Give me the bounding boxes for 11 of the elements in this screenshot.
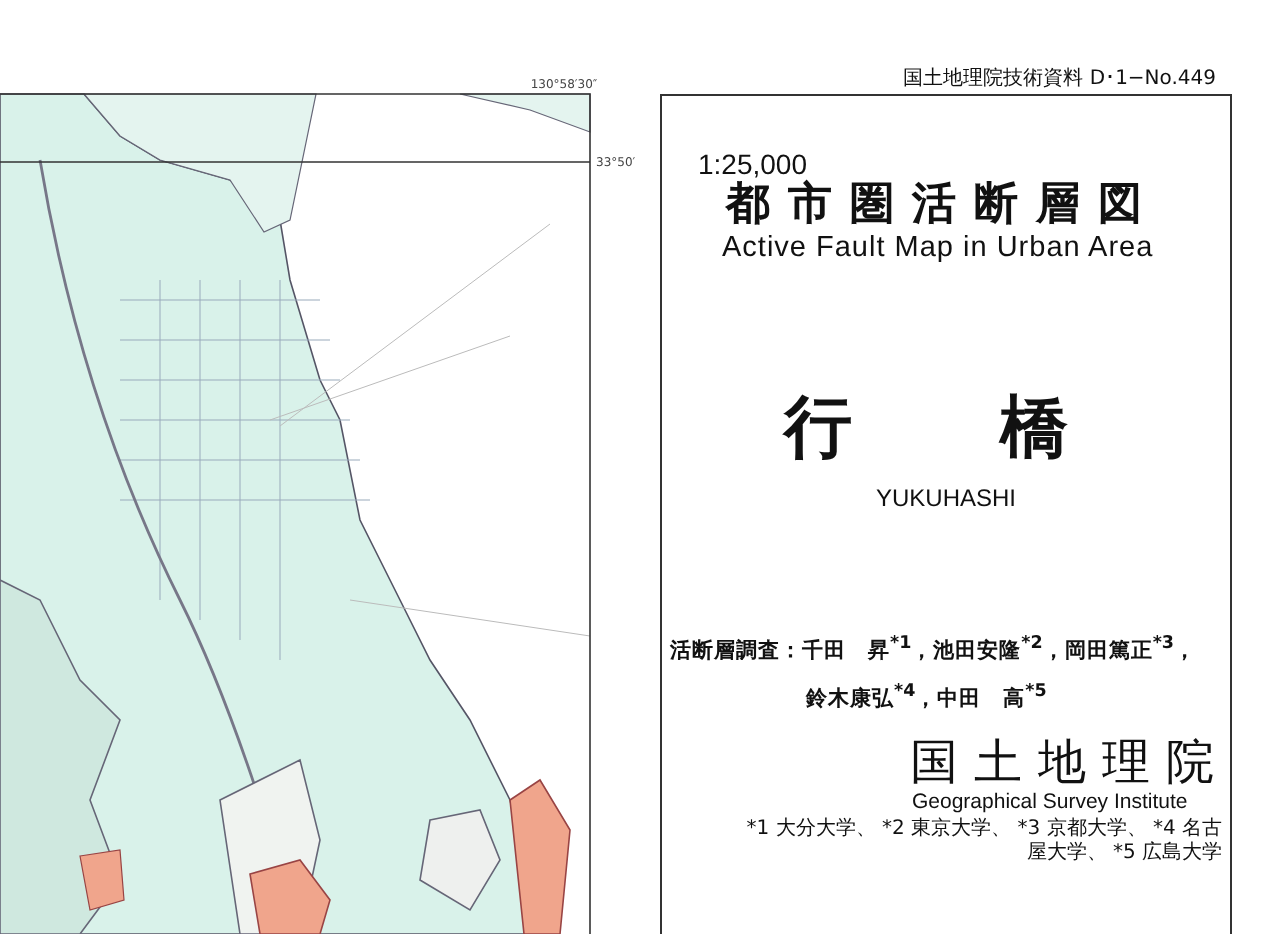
- publisher-name: 国土地理院: [910, 734, 1230, 790]
- map-title-english: Active Fault Map in Urban Area: [722, 232, 1156, 264]
- place-name: 行 橋: [780, 388, 1110, 468]
- map-scale: 1:25,000: [698, 148, 807, 180]
- affiliation-notes: *1 大分大学、 *2 東京大学、 *3 京都大学、 *4 名古屋大学、 *5 広島大学: [744, 818, 1222, 866]
- publisher-name-english: Geographical Survey Institute: [912, 790, 1190, 814]
- map-title: 都市圏活断層図: [726, 180, 1162, 232]
- series-label: 国土地理院技術資料 D･1−No.449: [903, 65, 1216, 94]
- place-name-english: YUKUHASHI: [873, 484, 1018, 512]
- investigator-names: 鈴木康弘$^{*4}$，中田 高$^{*5}$: [806, 679, 1049, 714]
- investigator-names: 活断層調査：千田 昇$^{*1}$，池田安隆$^{*2}$，岡田篤正$^{*3}$，: [670, 632, 1199, 667]
